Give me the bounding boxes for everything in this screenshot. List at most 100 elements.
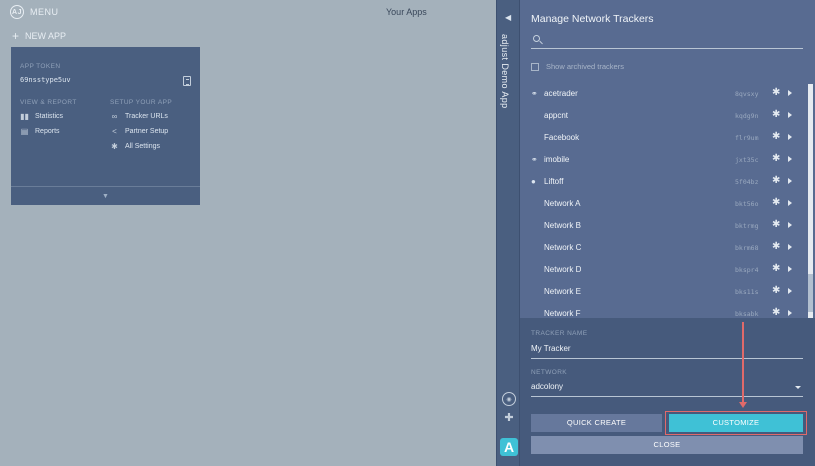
all-settings-label: All Settings: [125, 143, 161, 150]
play-icon[interactable]: [788, 90, 792, 96]
network-select-value: adcolony: [531, 382, 564, 391]
gear-icon[interactable]: ✱: [772, 197, 780, 208]
tracker-name: appcnt: [544, 111, 569, 120]
tracker-name: Network D: [544, 265, 582, 274]
link-icon: ∞: [111, 112, 118, 121]
quick-create-button[interactable]: QUICK CREATE: [531, 414, 662, 432]
tracker-name: Network A: [544, 199, 581, 208]
statistics-icon: ▮▮: [20, 112, 29, 121]
gear-icon[interactable]: ✱: [772, 263, 780, 274]
play-icon[interactable]: [788, 288, 792, 294]
play-icon[interactable]: [788, 112, 792, 118]
tracker-name: acetrader: [544, 89, 578, 98]
tracker-row[interactable]: Network A bkt56o ✱: [520, 194, 810, 216]
annotation-highlight-box: [665, 411, 807, 435]
tracker-row[interactable]: appcnt kqdg9n ✱: [520, 106, 810, 128]
statistics-link[interactable]: ▮▮ Statistics: [20, 112, 63, 121]
share-icon: <: [112, 127, 117, 136]
tracker-row[interactable]: ⚭ acetrader 8qvsxy ✱: [520, 84, 810, 106]
tracker-row[interactable]: ● Liftoff 5f04bz ✱: [520, 172, 810, 194]
gear-icon[interactable]: ✱: [772, 109, 780, 120]
gear-icon[interactable]: ✱: [772, 153, 780, 164]
gear-icon[interactable]: ✱: [772, 307, 780, 318]
tracker-list: ⚭ acetrader 8qvsxy ✱ appcnt kqdg9n ✱ Fac…: [520, 84, 810, 318]
play-icon[interactable]: [788, 200, 792, 206]
tracker-urls-label: Tracker URLs: [125, 113, 168, 120]
gear-icon[interactable]: ✱: [772, 219, 780, 230]
tracker-row[interactable]: Network B bktrmg ✱: [520, 216, 810, 238]
tracker-token: bkt56o: [735, 200, 759, 208]
menu-button[interactable]: AJ MENU: [10, 5, 59, 19]
tracker-token: bks11s: [735, 288, 759, 296]
statistics-label: Statistics: [35, 113, 64, 120]
copy-icon[interactable]: [183, 76, 191, 86]
scrollbar-thumb[interactable]: [808, 274, 813, 312]
menu-label: MENU: [30, 7, 59, 17]
app-token-label: APP TOKEN: [20, 63, 61, 70]
gear-icon[interactable]: ✱: [772, 131, 780, 142]
gear-icon[interactable]: ✱: [772, 87, 780, 98]
play-icon[interactable]: [788, 244, 792, 250]
tracker-name-input[interactable]: My Tracker: [531, 344, 803, 359]
manage-trackers-panel: Manage Network Trackers Show archived tr…: [520, 0, 815, 466]
show-archived-toggle[interactable]: Show archived trackers: [531, 62, 624, 71]
play-icon[interactable]: [788, 156, 792, 162]
close-button[interactable]: CLOSE: [531, 436, 803, 454]
gear-icon[interactable]: ✱: [772, 285, 780, 296]
app-token-value: 69nsstype5uv: [20, 76, 71, 84]
tracker-token: kqdg9n: [735, 112, 759, 120]
play-icon[interactable]: [788, 178, 792, 184]
tracker-name: Network F: [544, 309, 581, 318]
reports-label: Reports: [35, 128, 60, 135]
tracker-row[interactable]: Network F bksabk ✱: [520, 304, 810, 318]
show-archived-label: Show archived trackers: [546, 62, 624, 71]
all-settings-link[interactable]: ✱ All Settings: [110, 142, 160, 151]
tracker-token: jxt35c: [735, 156, 759, 164]
play-icon[interactable]: [788, 222, 792, 228]
tracker-name: Network E: [544, 287, 581, 296]
tracker-row[interactable]: Network D bkspr4 ✱: [520, 260, 810, 282]
platform-icon: ◉: [502, 392, 516, 406]
app-name-vertical: adjust Demo App: [500, 34, 510, 109]
tracker-urls-link[interactable]: ∞ Tracker URLs: [110, 112, 168, 121]
page-title: Your Apps: [386, 7, 427, 17]
gear-icon[interactable]: ✱: [772, 241, 780, 252]
new-app-button[interactable]: + NEW APP: [12, 30, 66, 42]
menu-icon: AJ: [10, 5, 24, 19]
tracker-token: 5f04bz: [735, 178, 759, 186]
tracker-list-scrollbar[interactable]: [808, 84, 813, 318]
android-icon: ✚: [504, 412, 514, 424]
tracker-row[interactable]: Network E bks11s ✱: [520, 282, 810, 304]
annotation-arrow-line: [742, 322, 744, 404]
tracker-name: Liftoff: [544, 177, 564, 186]
setup-app-label: SETUP YOUR APP: [110, 99, 173, 106]
play-icon[interactable]: [788, 134, 792, 140]
chevron-down-icon: ▼: [102, 192, 109, 200]
chevron-down-icon: [795, 386, 801, 389]
tracker-row[interactable]: Facebook flr9um ✱: [520, 128, 810, 150]
tracker-name: imobile: [544, 155, 570, 164]
show-archived-checkbox[interactable]: [531, 62, 539, 71]
card-expand-toggle[interactable]: ▼: [11, 186, 200, 205]
link-icon: ⚭: [531, 155, 538, 164]
network-label: NETWORK: [531, 369, 568, 376]
link-icon: ⚭: [531, 89, 538, 98]
partner-setup-link[interactable]: < Partner Setup: [110, 127, 168, 136]
new-tracker-form: TRACKER NAME My Tracker NETWORK adcolony…: [520, 318, 815, 466]
tracker-row[interactable]: ⚭ imobile jxt35c ✱: [520, 150, 810, 172]
tracker-row[interactable]: Network C bkrm68 ✱: [520, 238, 810, 260]
reports-icon: ▤: [20, 127, 29, 136]
gear-icon: ✱: [111, 142, 118, 151]
reports-link[interactable]: ▤ Reports: [20, 127, 60, 136]
collapse-arrow-icon[interactable]: ◀: [505, 13, 511, 22]
search-field[interactable]: [531, 32, 803, 49]
play-icon[interactable]: [788, 266, 792, 272]
gear-icon[interactable]: ✱: [772, 175, 780, 186]
search-icon: [533, 35, 540, 42]
tracker-token: flr9um: [735, 134, 759, 142]
tracker-name-label: TRACKER NAME: [531, 330, 588, 337]
app-card: APP TOKEN 69nsstype5uv VIEW & REPORT SET…: [11, 47, 200, 205]
tracker-token: 8qvsxy: [735, 90, 759, 98]
play-icon[interactable]: [788, 310, 792, 316]
network-select[interactable]: adcolony: [531, 382, 803, 397]
